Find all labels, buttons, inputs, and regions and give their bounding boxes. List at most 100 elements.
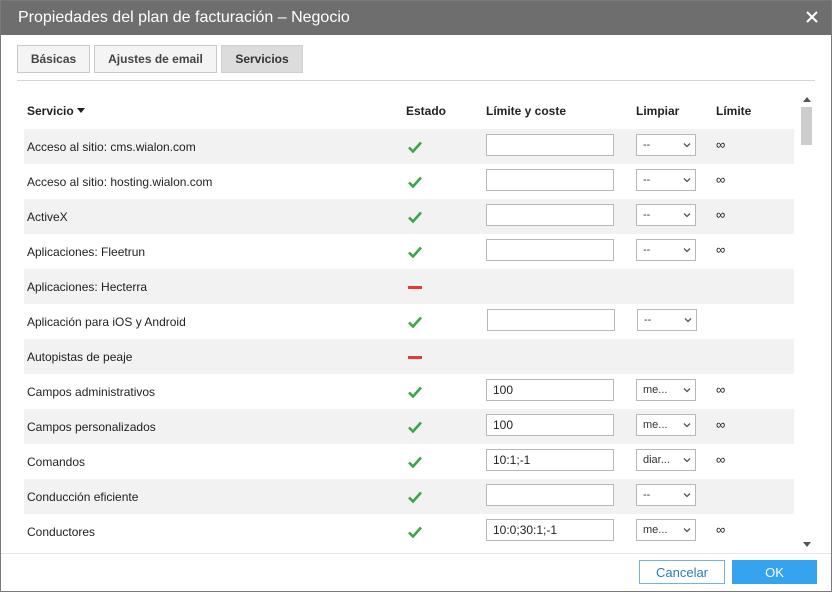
check-icon — [408, 456, 422, 469]
sort-down-icon — [76, 108, 85, 114]
col-servicio[interactable]: Servicio — [27, 104, 85, 118]
table-row[interactable]: Campos personalizados me... ∞ — [24, 409, 794, 444]
dialog-title: Propiedades del plan de facturación – Ne… — [18, 9, 350, 26]
check-icon — [408, 526, 422, 539]
scroll-up-icon[interactable] — [803, 97, 811, 102]
limit-value: ∞ — [716, 242, 726, 257]
reset-select[interactable]: -- — [636, 239, 696, 261]
reset-select[interactable]: -- — [636, 134, 696, 156]
scroll-thumb[interactable] — [801, 107, 812, 145]
reset-select-value: diar... — [643, 454, 670, 466]
limit-cost-input[interactable] — [486, 169, 614, 191]
limit-cost-input[interactable] — [486, 449, 614, 471]
reset-select-value: -- — [644, 314, 652, 326]
table-row[interactable]: Conducción eficiente -- — [24, 479, 794, 514]
table-row[interactable]: Acceso al sitio: hosting.wialon.com -- ∞ — [24, 164, 794, 199]
check-icon — [408, 316, 422, 329]
chevron-down-icon — [683, 388, 691, 393]
reset-select-value: -- — [643, 139, 651, 151]
scroll-down-icon[interactable] — [803, 542, 811, 547]
service-name: Aplicaciones: Hecterra — [27, 280, 148, 294]
col-limpiar: Limpiar — [636, 104, 680, 118]
limit-cost-input[interactable] — [486, 134, 614, 156]
reset-select[interactable]: me... — [636, 379, 696, 401]
chevron-down-icon — [683, 143, 691, 148]
table-row[interactable]: Autopistas de peaje — [24, 339, 794, 374]
reset-select[interactable]: diar... — [636, 449, 696, 471]
chevron-down-icon — [683, 178, 691, 183]
reset-select[interactable]: me... — [636, 519, 696, 541]
table-row[interactable]: Campos administrativos me... ∞ — [24, 374, 794, 409]
limit-cost-input[interactable] — [486, 414, 614, 436]
tab-ajustes-email[interactable]: Ajustes de email — [94, 45, 217, 73]
service-name: Campos administrativos — [27, 385, 156, 399]
reset-select[interactable]: me... — [636, 414, 696, 436]
tab-basicas[interactable]: Básicas — [17, 45, 90, 73]
limit-value: ∞ — [716, 172, 726, 187]
col-estado: Estado — [406, 104, 447, 118]
check-icon — [408, 421, 422, 434]
limit-value: ∞ — [716, 382, 726, 397]
chevron-down-icon — [684, 318, 692, 323]
reset-select[interactable]: -- — [637, 309, 697, 331]
chevron-down-icon — [683, 458, 691, 463]
reset-select-value: me... — [643, 419, 668, 431]
billing-plan-dialog: Propiedades del plan de facturación – Ne… — [0, 0, 832, 592]
table-row[interactable]: Aplicaciones: Hecterra — [24, 269, 794, 304]
check-icon — [408, 141, 422, 154]
check-icon — [408, 491, 422, 504]
check-icon — [408, 386, 422, 399]
reset-select[interactable]: -- — [636, 169, 696, 191]
services-table: Servicio Estado Límite y coste Limpiar L… — [24, 95, 794, 550]
reset-select[interactable]: -- — [636, 204, 696, 226]
reset-select-value: me... — [643, 384, 668, 396]
service-name: Aplicación para iOS y Android — [27, 315, 186, 329]
table-row[interactable]: Conductores me... ∞ — [24, 514, 794, 549]
dash-icon — [408, 356, 422, 359]
cancel-button[interactable]: Cancelar — [639, 560, 725, 584]
limit-cost-input[interactable] — [486, 239, 614, 261]
service-name: Conductores — [27, 525, 96, 539]
vertical-scrollbar[interactable] — [799, 95, 815, 550]
col-limite-coste: Límite y coste — [486, 104, 567, 118]
chevron-down-icon — [683, 248, 691, 253]
service-name: Conducción eficiente — [27, 490, 139, 504]
service-name: Acceso al sitio: hosting.wialon.com — [27, 175, 213, 189]
col-servicio-label: Servicio — [27, 104, 74, 118]
service-name: Aplicaciones: Fleetrun — [27, 245, 146, 259]
limit-value: ∞ — [716, 522, 726, 537]
service-name: Autopistas de peaje — [27, 350, 133, 364]
limit-value: ∞ — [716, 417, 726, 432]
tab-servicios[interactable]: Servicios — [221, 45, 303, 73]
limit-cost-input[interactable] — [486, 484, 614, 506]
table-row[interactable]: ActiveX -- ∞ — [24, 199, 794, 234]
check-icon — [408, 211, 422, 224]
reset-select-value: me... — [643, 524, 668, 536]
table-row[interactable]: Aplicación para iOS y Android -- — [24, 304, 794, 339]
tab-divider — [17, 80, 815, 81]
chevron-down-icon — [683, 493, 691, 498]
reset-select-value: -- — [643, 244, 651, 256]
limit-value: ∞ — [716, 452, 726, 467]
table-row[interactable]: Aplicaciones: Fleetrun -- ∞ — [24, 234, 794, 269]
limit-cost-input[interactable] — [486, 519, 614, 541]
chevron-down-icon — [683, 213, 691, 218]
chevron-down-icon — [683, 528, 691, 533]
reset-select-value: -- — [643, 489, 651, 501]
reset-select-value: -- — [643, 209, 651, 221]
limit-cost-input[interactable] — [486, 379, 614, 401]
close-icon[interactable] — [803, 8, 821, 26]
service-name: Comandos — [27, 455, 86, 469]
limit-cost-input[interactable] — [487, 309, 615, 331]
limit-value: ∞ — [716, 207, 726, 222]
reset-select[interactable]: -- — [636, 484, 696, 506]
limit-cost-input[interactable] — [486, 204, 614, 226]
check-icon — [408, 176, 422, 189]
dash-icon — [408, 286, 422, 289]
limit-value: ∞ — [716, 137, 726, 152]
table-row[interactable]: Acceso al sitio: cms.wialon.com -- ∞ — [24, 129, 794, 164]
ok-button[interactable]: OK — [732, 560, 817, 584]
dialog-titlebar: Propiedades del plan de facturación – Ne… — [1, 1, 831, 35]
table-row[interactable]: Comandos diar... ∞ — [24, 444, 794, 479]
service-name: ActiveX — [27, 210, 68, 224]
